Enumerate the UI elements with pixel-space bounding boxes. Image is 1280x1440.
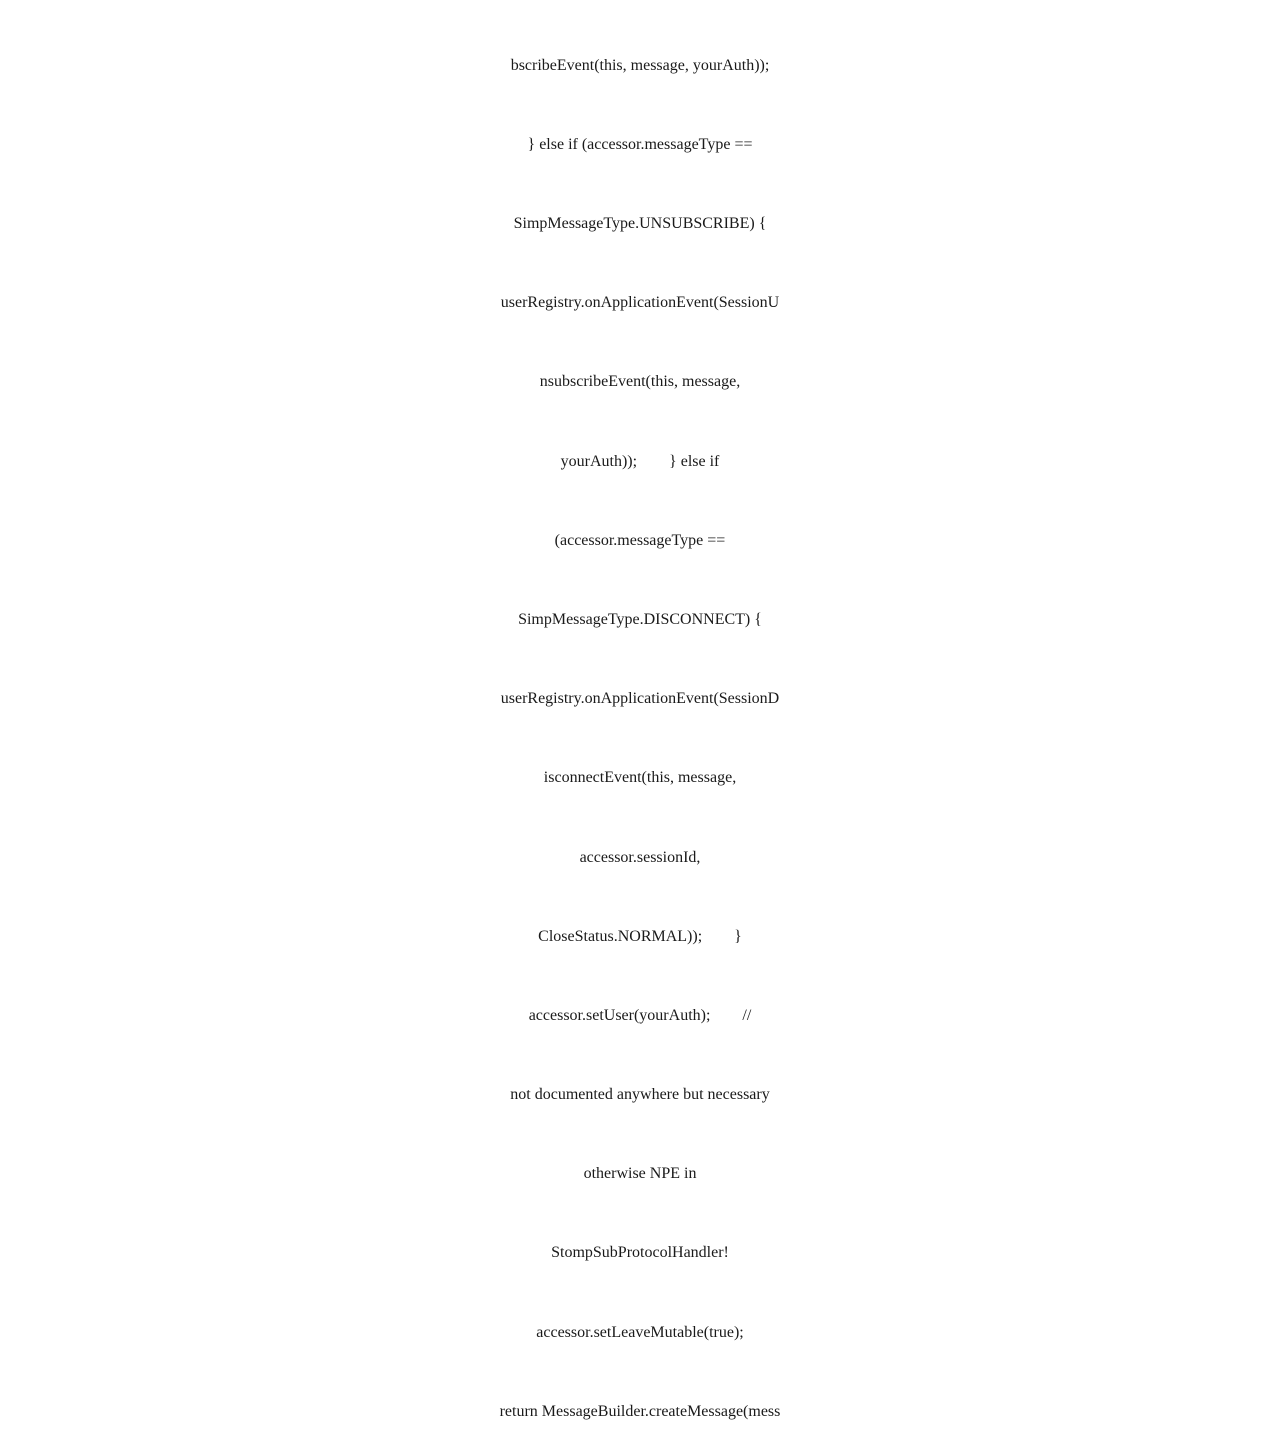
line-3: SimpMessageType.UNSUBSCRIBE) { xyxy=(290,211,990,237)
text-block: bscribeEvent(this, message, yourAuth)); … xyxy=(290,0,990,1440)
main-content: bscribeEvent(this, message, yourAuth)); … xyxy=(0,0,1280,1440)
line-11: accessor.sessionId, xyxy=(290,845,990,871)
line-7: (accessor.messageType == xyxy=(290,528,990,554)
line-10: isconnectEvent(this, message, xyxy=(290,765,990,791)
line-12: CloseStatus.NORMAL)); } xyxy=(290,924,990,950)
line-16: StompSubProtocolHandler! xyxy=(290,1240,990,1266)
line-4: userRegistry.onApplicationEvent(SessionU xyxy=(290,290,990,316)
line-15: otherwise NPE in xyxy=(290,1161,990,1187)
line-13: accessor.setUser(yourAuth); // xyxy=(290,1003,990,1029)
line-18: return MessageBuilder.createMessage(mess xyxy=(290,1399,990,1425)
line-6: yourAuth)); } else if xyxy=(290,449,990,475)
code-section: bscribeEvent(this, message, yourAuth)); … xyxy=(290,0,990,1440)
line-5: nsubscribeEvent(this, message, xyxy=(290,369,990,395)
line-not-documented: not documented anywhere but necessary xyxy=(290,1082,990,1108)
line-17: accessor.setLeaveMutable(true); xyxy=(290,1320,990,1346)
line-9: userRegistry.onApplicationEvent(SessionD xyxy=(290,686,990,712)
line-1: bscribeEvent(this, message, yourAuth)); xyxy=(290,53,990,79)
line-2: } else if (accessor.messageType == xyxy=(290,132,990,158)
line-8: SimpMessageType.DISCONNECT) { xyxy=(290,607,990,633)
